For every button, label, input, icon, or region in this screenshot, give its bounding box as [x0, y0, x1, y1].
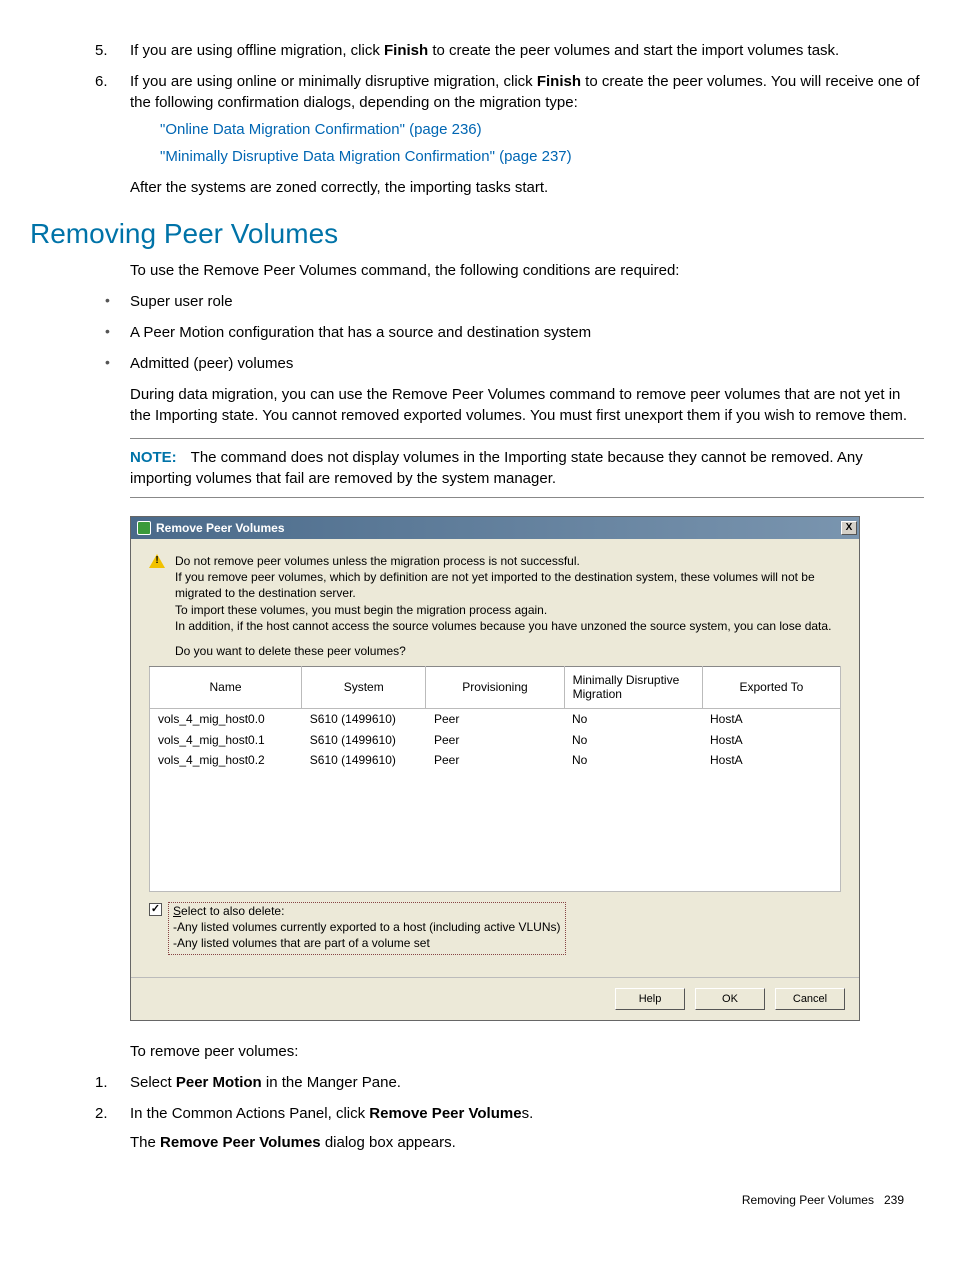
cell-prov: Peer [426, 750, 564, 771]
table-empty-area [150, 771, 840, 891]
list-item: A Peer Motion configuration that has a s… [130, 322, 924, 343]
step-list-top: If you are using offline migration, clic… [30, 40, 924, 167]
paragraph: To remove peer volumes: [130, 1041, 924, 1062]
cell-name: vols_4_mig_host0.1 [150, 730, 302, 751]
step-text: Select [130, 1074, 176, 1091]
cell-mdm: No [564, 730, 702, 751]
step-list-bottom: Select Peer Motion in the Manger Pane. I… [30, 1072, 924, 1153]
cancel-button[interactable]: Cancel [775, 988, 845, 1010]
column-header-provisioning[interactable]: Provisioning [426, 666, 564, 708]
paragraph: After the systems are zoned correctly, t… [130, 177, 924, 198]
cell-system: S610 (1499610) [302, 730, 426, 751]
table-header-row: Name System Provisioning Minimally Disru… [150, 666, 841, 708]
step-text: dialog box appears. [321, 1134, 456, 1151]
page-number: 239 [884, 1193, 904, 1207]
mnemonic-letter: S [173, 904, 181, 918]
paragraph: During data migration, you can use the R… [130, 384, 924, 426]
table-row[interactable]: vols_4_mig_host0.0 S610 (1499610) Peer N… [150, 709, 840, 730]
checkbox-label-group: Select to also delete: -Any listed volum… [168, 902, 566, 955]
checkbox-subtext: Any listed volumes currently exported to… [177, 920, 561, 934]
bold-text: Finish [384, 42, 428, 59]
cross-reference-link[interactable]: "Minimally Disruptive Data Migration Con… [160, 146, 924, 167]
checkbox-label: elect to also delete: [181, 904, 284, 918]
list-item: Super user role [130, 291, 924, 312]
cell-exp: HostA [702, 730, 840, 751]
cell-mdm: No [564, 709, 702, 730]
step-text: In the Common Actions Panel, click [130, 1105, 369, 1122]
dialog-button-row: Help OK Cancel [131, 977, 859, 1020]
cell-prov: Peer [426, 730, 564, 751]
close-button[interactable]: X [841, 521, 857, 535]
note-label: NOTE: [130, 449, 177, 466]
dialog-titlebar: Remove Peer Volumes X [131, 517, 859, 539]
cross-reference-link[interactable]: "Online Data Migration Confirmation" (pa… [160, 119, 924, 140]
step-text: in the Manger Pane. [262, 1074, 401, 1091]
checkbox-subtext: Any listed volumes that are part of a vo… [177, 936, 430, 950]
cell-system: S610 (1499610) [302, 750, 426, 771]
app-icon [137, 521, 151, 535]
column-header-name[interactable]: Name [150, 666, 302, 708]
paragraph: To use the Remove Peer Volumes command, … [130, 260, 924, 281]
cell-prov: Peer [426, 709, 564, 730]
volumes-table: Name System Provisioning Minimally Disru… [149, 666, 841, 709]
warning-line: To import these volumes, you must begin … [175, 602, 841, 618]
section-heading: Removing Peer Volumes [30, 218, 924, 250]
column-header-mdm[interactable]: Minimally Disruptive Migration [564, 666, 702, 708]
warning-text: Do not remove peer volumes unless the mi… [175, 553, 841, 634]
warning-line: If you remove peer volumes, which by def… [175, 569, 841, 601]
note-box: NOTE:The command does not display volume… [130, 438, 924, 498]
warning-line: In addition, if the host cannot access t… [175, 618, 841, 634]
cell-name: vols_4_mig_host0.2 [150, 750, 302, 771]
bold-text: Finish [537, 73, 581, 90]
ok-button[interactable]: OK [695, 988, 765, 1010]
checkbox-checked[interactable]: ✓ [149, 903, 162, 916]
remove-peer-volumes-dialog: Remove Peer Volumes X Do not remove peer… [130, 516, 860, 1021]
warning-icon [149, 554, 165, 568]
column-header-exported[interactable]: Exported To [702, 666, 840, 708]
step-text: If you are using online or minimally dis… [130, 73, 537, 90]
table-row[interactable]: vols_4_mig_host0.1 S610 (1499610) Peer N… [150, 730, 840, 751]
cell-exp: HostA [702, 709, 840, 730]
table-row[interactable]: vols_4_mig_host0.2 S610 (1499610) Peer N… [150, 750, 840, 771]
step-text: s. [522, 1105, 534, 1122]
help-button[interactable]: Help [615, 988, 685, 1010]
step-5: If you are using offline migration, clic… [130, 40, 924, 61]
step-6: If you are using online or minimally dis… [130, 71, 924, 167]
cell-system: S610 (1499610) [302, 709, 426, 730]
cell-name: vols_4_mig_host0.0 [150, 709, 302, 730]
step-1: Select Peer Motion in the Manger Pane. [130, 1072, 924, 1093]
warning-line: Do not remove peer volumes unless the mi… [175, 553, 841, 569]
cell-exp: HostA [702, 750, 840, 771]
select-also-delete-row: ✓ Select to also delete: -Any listed vol… [149, 902, 841, 955]
dialog-title: Remove Peer Volumes [156, 521, 285, 535]
step-text: to create the peer volumes and start the… [428, 42, 839, 59]
bold-text: Peer Motion [176, 1074, 262, 1091]
confirmation-question: Do you want to delete these peer volumes… [175, 644, 841, 658]
dialog-screenshot: Remove Peer Volumes X Do not remove peer… [130, 516, 924, 1021]
bold-text: Remove Peer Volumes [160, 1134, 321, 1151]
note-text: The command does not display volumes in … [130, 449, 863, 487]
step-text: If you are using offline migration, clic… [130, 42, 384, 59]
bold-text: Remove Peer Volume [369, 1105, 521, 1122]
step-2: In the Common Actions Panel, click Remov… [130, 1103, 924, 1153]
requirements-list: Super user role A Peer Motion configurat… [30, 291, 924, 374]
column-header-system[interactable]: System [302, 666, 426, 708]
cell-mdm: No [564, 750, 702, 771]
step-text: The [130, 1134, 160, 1151]
page-footer: Removing Peer Volumes 239 [30, 1193, 924, 1207]
list-item: Admitted (peer) volumes [130, 353, 924, 374]
footer-text: Removing Peer Volumes [742, 1193, 874, 1207]
